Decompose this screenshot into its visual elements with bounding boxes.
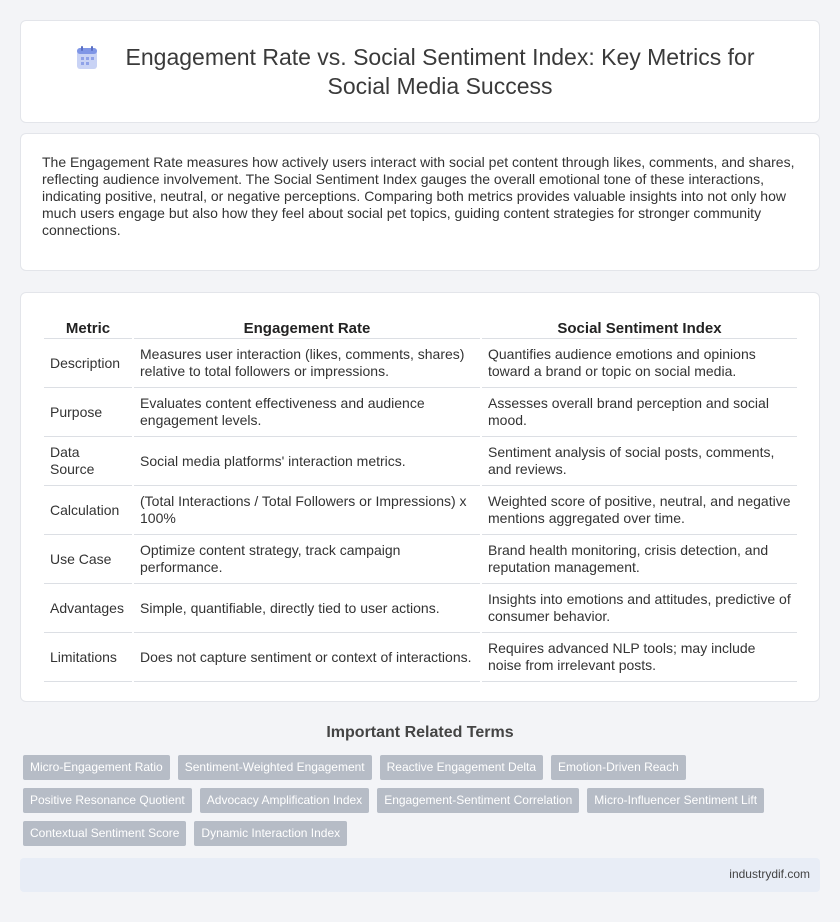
engagement-rate-cell: Evaluates content effectiveness and audi… (134, 388, 480, 437)
row-metric-label: Description (44, 339, 132, 388)
table-row: Limitations Does not capture sentiment o… (44, 633, 797, 682)
intro-paragraph: The Engagement Rate measures how activel… (42, 154, 795, 238)
row-metric-label: Purpose (44, 388, 132, 437)
sentiment-index-cell: Quantifies audience emotions and opinion… (482, 339, 797, 388)
table-row: Calculation (Total Interactions / Total … (44, 486, 797, 535)
related-terms-list: Micro-Engagement Ratio Sentiment-Weighte… (23, 755, 813, 846)
row-metric-label: Calculation (44, 486, 132, 535)
table-row: Data Source Social media platforms' inte… (44, 437, 797, 486)
row-metric-label: Use Case (44, 535, 132, 584)
table-row: Description Measures user interaction (l… (44, 339, 797, 388)
footer: industrydif.com (20, 858, 820, 892)
related-term-tag[interactable]: Advocacy Amplification Index (199, 788, 370, 813)
related-term-tag[interactable]: Sentiment-Weighted Engagement (177, 755, 372, 780)
table-row: Use Case Optimize content strategy, trac… (44, 535, 797, 584)
engagement-rate-cell: Simple, quantifiable, directly tied to u… (134, 584, 480, 633)
related-term-tag[interactable]: Dynamic Interaction Index (194, 821, 348, 846)
related-terms-title: Important Related Terms (326, 724, 514, 741)
sentiment-index-cell: Insights into emotions and attitudes, pr… (482, 584, 797, 633)
engagement-rate-cell: Does not capture sentiment or context of… (134, 633, 480, 682)
row-metric-label: Data Source (44, 437, 132, 486)
page-title: Engagement Rate vs. Social Sentiment Ind… (125, 44, 755, 99)
engagement-rate-cell: Optimize content strategy, track campaig… (134, 535, 480, 584)
column-header-social-sentiment-index: Social Sentiment Index (482, 315, 797, 339)
related-term-tag[interactable]: Emotion-Driven Reach (551, 755, 686, 780)
related-term-tag[interactable]: Micro-Influencer Sentiment Lift (587, 788, 765, 813)
column-header-metric: Metric (44, 315, 132, 339)
related-term-tag[interactable]: Reactive Engagement Delta (379, 755, 544, 780)
related-term-tag[interactable]: Micro-Engagement Ratio (23, 755, 170, 780)
comparison-table: Metric Engagement Rate Social Sentiment … (42, 315, 799, 682)
column-header-engagement-rate: Engagement Rate (134, 315, 480, 339)
related-term-tag[interactable]: Contextual Sentiment Score (23, 821, 187, 846)
engagement-rate-cell: (Total Interactions / Total Followers or… (134, 486, 480, 535)
sentiment-index-cell: Brand health monitoring, crisis detectio… (482, 535, 797, 584)
footer-site-link[interactable]: industrydif.com (729, 867, 810, 881)
sentiment-index-cell: Weighted score of positive, neutral, and… (482, 486, 797, 535)
engagement-rate-cell: Measures user interaction (likes, commen… (134, 339, 480, 388)
intro-card: The Engagement Rate measures how activel… (20, 133, 820, 271)
comparison-table-card: Metric Engagement Rate Social Sentiment … (20, 292, 820, 702)
sentiment-index-cell: Requires advanced NLP tools; may include… (482, 633, 797, 682)
table-row: Advantages Simple, quantifiable, directl… (44, 584, 797, 633)
sentiment-index-cell: Sentiment analysis of social posts, comm… (482, 437, 797, 486)
sentiment-index-cell: Assesses overall brand perception and so… (482, 388, 797, 437)
engagement-rate-cell: Social media platforms' interaction metr… (134, 437, 480, 486)
table-header-row: Metric Engagement Rate Social Sentiment … (44, 315, 797, 339)
row-metric-label: Limitations (44, 633, 132, 682)
related-term-tag[interactable]: Engagement-Sentiment Correlation (377, 788, 580, 813)
row-metric-label: Advantages (44, 584, 132, 633)
header-card: Engagement Rate vs. Social Sentiment Ind… (20, 20, 820, 123)
table-row: Purpose Evaluates content effectiveness … (44, 388, 797, 437)
related-term-tag[interactable]: Positive Resonance Quotient (23, 788, 192, 813)
